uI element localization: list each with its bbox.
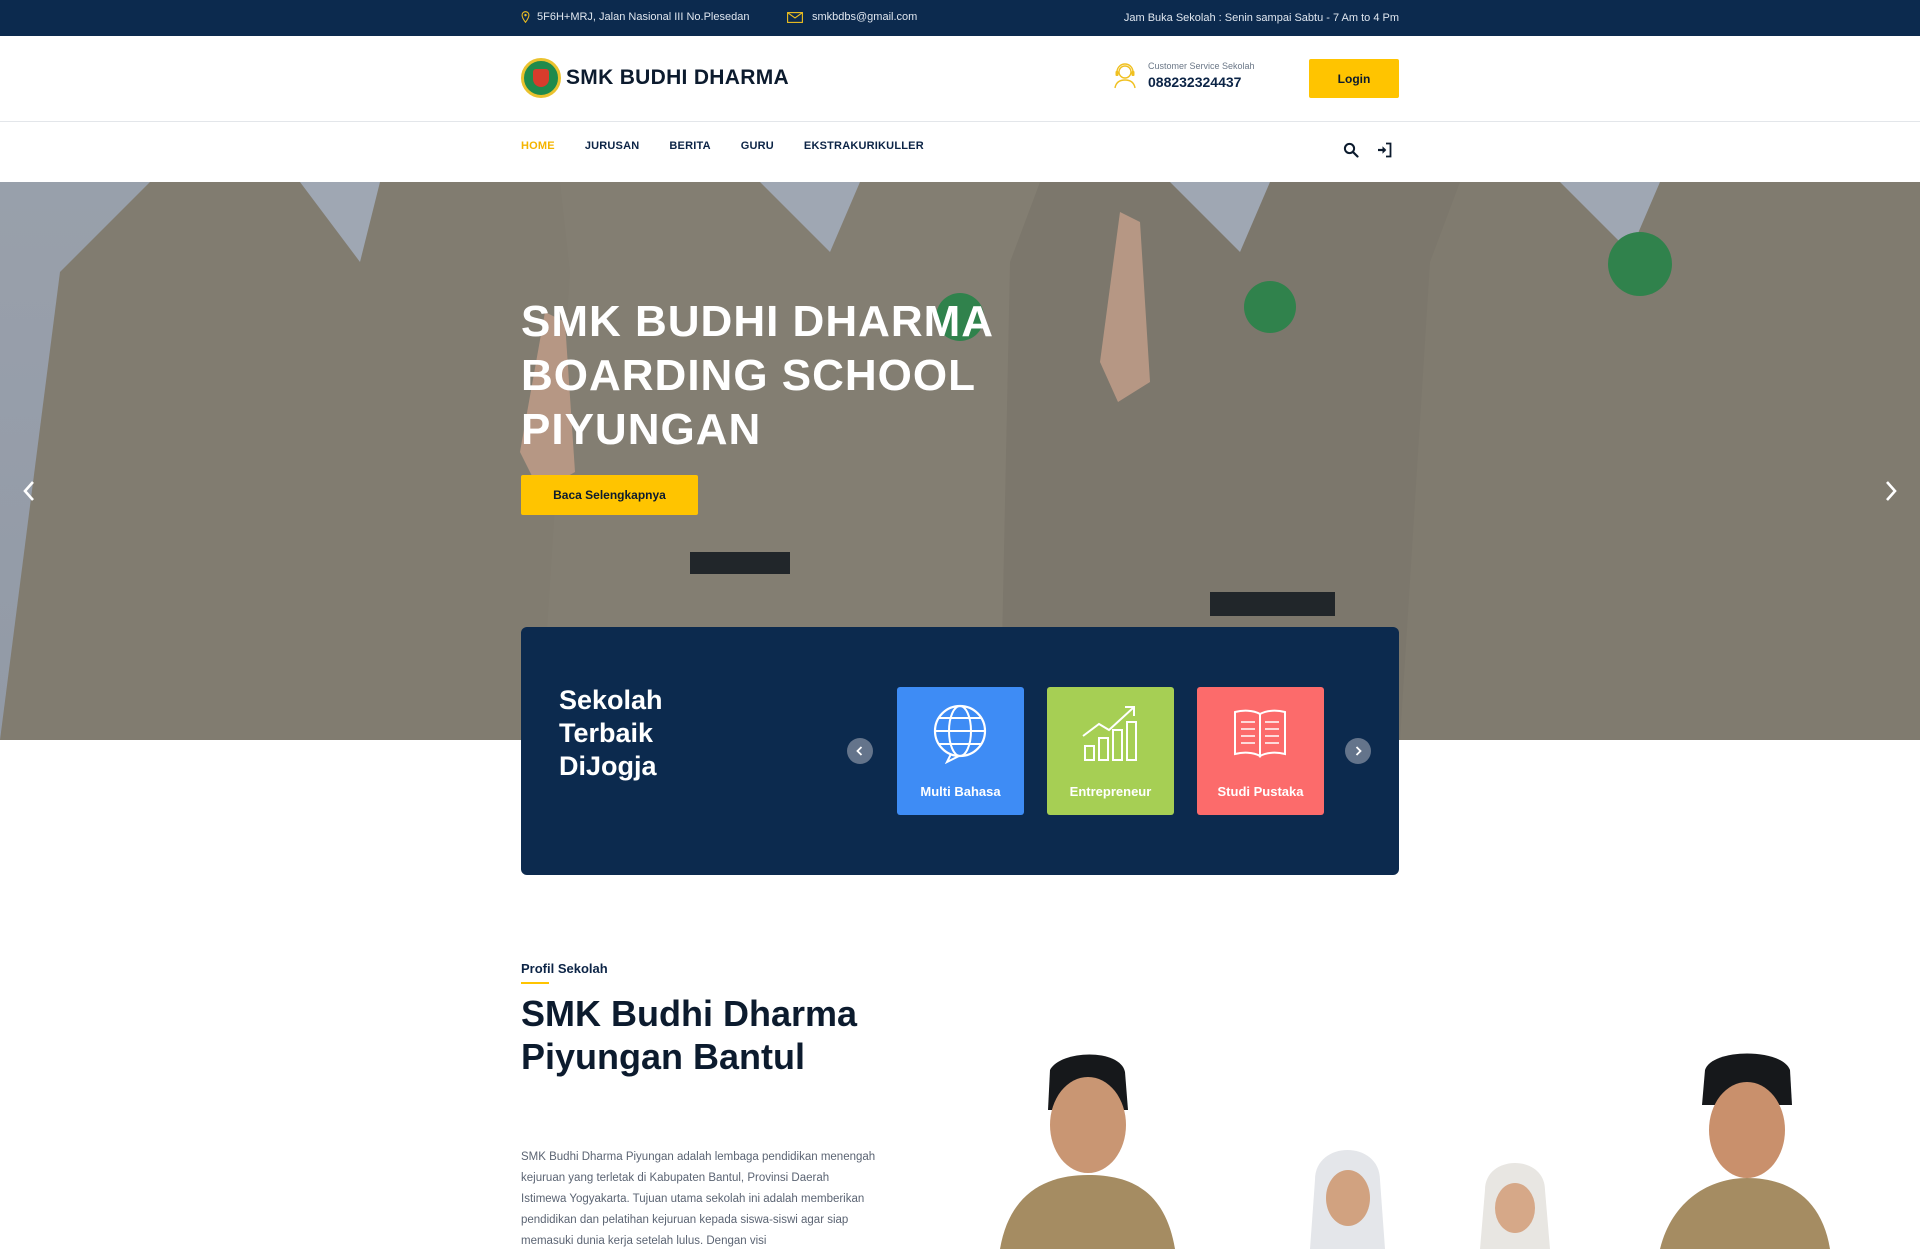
card-label: Multi Bahasa bbox=[920, 784, 1001, 799]
email-info[interactable]: smkbdbs@gmail.com bbox=[787, 11, 917, 23]
email-text[interactable]: smkbdbs@gmail.com bbox=[812, 11, 917, 23]
profile-title: SMK Budhi Dharma Piyungan Bantul bbox=[521, 993, 858, 1077]
card-label: Entrepreneur bbox=[1069, 784, 1152, 799]
sign-in-icon[interactable] bbox=[1377, 142, 1393, 158]
profile-description: SMK Budhi Dharma Piyungan adalah lembaga… bbox=[521, 1151, 876, 1247]
carousel-prev-button[interactable] bbox=[847, 738, 873, 764]
pin-icon bbox=[521, 11, 530, 23]
headset-icon bbox=[1114, 63, 1136, 89]
address-info: 5F6H+MRJ, Jalan Nasional III No.Plesedan bbox=[521, 11, 749, 23]
kicker-underline bbox=[521, 982, 549, 984]
read-more-button[interactable]: Baca Selengkapnya bbox=[521, 475, 698, 515]
feature-card-multi-bahasa[interactable]: Multi Bahasa bbox=[897, 687, 1024, 815]
chevron-left-icon bbox=[856, 746, 863, 756]
search-icon[interactable] bbox=[1343, 142, 1359, 158]
feature-card-studi-pustaka[interactable]: Studi Pustaka bbox=[1197, 687, 1324, 815]
nav-item-home[interactable]: HOME bbox=[521, 140, 555, 152]
chevron-left-icon[interactable] bbox=[18, 476, 42, 506]
hero-title: SMK BUDHI DHARMA BOARDING SCHOOL PIYUNGA… bbox=[521, 297, 993, 454]
site-logo[interactable]: SMK BUDHI DHARMA bbox=[521, 58, 789, 98]
card-label: Studi Pustaka bbox=[1217, 784, 1304, 799]
mail-icon bbox=[787, 11, 803, 23]
opening-hours: Jam Buka Sekolah : Senin sampai Sabtu - … bbox=[1123, 12, 1399, 24]
school-emblem-icon bbox=[521, 58, 561, 98]
feature-title: Sekolah Terbaik DiJogja bbox=[559, 685, 663, 781]
section-kicker: Profil Sekolah bbox=[521, 961, 608, 976]
feature-panel: Sekolah Terbaik DiJogja Multi Bahasa Ent… bbox=[521, 627, 1399, 875]
login-button[interactable]: Login bbox=[1309, 59, 1399, 98]
book-icon bbox=[1234, 709, 1286, 758]
nav-item-guru[interactable]: GURU bbox=[741, 140, 774, 152]
customer-service: Customer Service Sekolah 088232324437 bbox=[1110, 60, 1255, 90]
logo-text: SMK BUDHI DHARMA bbox=[566, 66, 789, 89]
feature-card-entrepreneur[interactable]: Entrepreneur bbox=[1047, 687, 1174, 815]
site-header: SMK BUDHI DHARMA Customer Service Sekola… bbox=[0, 36, 1920, 122]
students-photo bbox=[1000, 1053, 1830, 1249]
nav-item-ekstrakurikuller[interactable]: EKSTRAKURIKULLER bbox=[804, 140, 924, 152]
chevron-right-icon bbox=[1355, 746, 1362, 756]
globe-icon bbox=[933, 704, 987, 764]
carousel-next-button[interactable] bbox=[1345, 738, 1371, 764]
main-navigation: HOME JURUSAN BERITA GURU EKSTRAKURIKULLE… bbox=[0, 122, 1920, 182]
nav-item-jurusan[interactable]: JURUSAN bbox=[585, 140, 640, 152]
chevron-right-icon[interactable] bbox=[1878, 476, 1902, 506]
cs-label: Customer Service Sekolah bbox=[1148, 60, 1255, 71]
nav-item-berita[interactable]: BERITA bbox=[669, 140, 710, 152]
growth-chart-icon bbox=[1082, 706, 1137, 761]
cs-phone[interactable]: 088232324437 bbox=[1148, 74, 1255, 90]
address-text: 5F6H+MRJ, Jalan Nasional III No.Plesedan bbox=[537, 11, 750, 23]
top-info-bar: 5F6H+MRJ, Jalan Nasional III No.Plesedan… bbox=[0, 0, 1920, 36]
